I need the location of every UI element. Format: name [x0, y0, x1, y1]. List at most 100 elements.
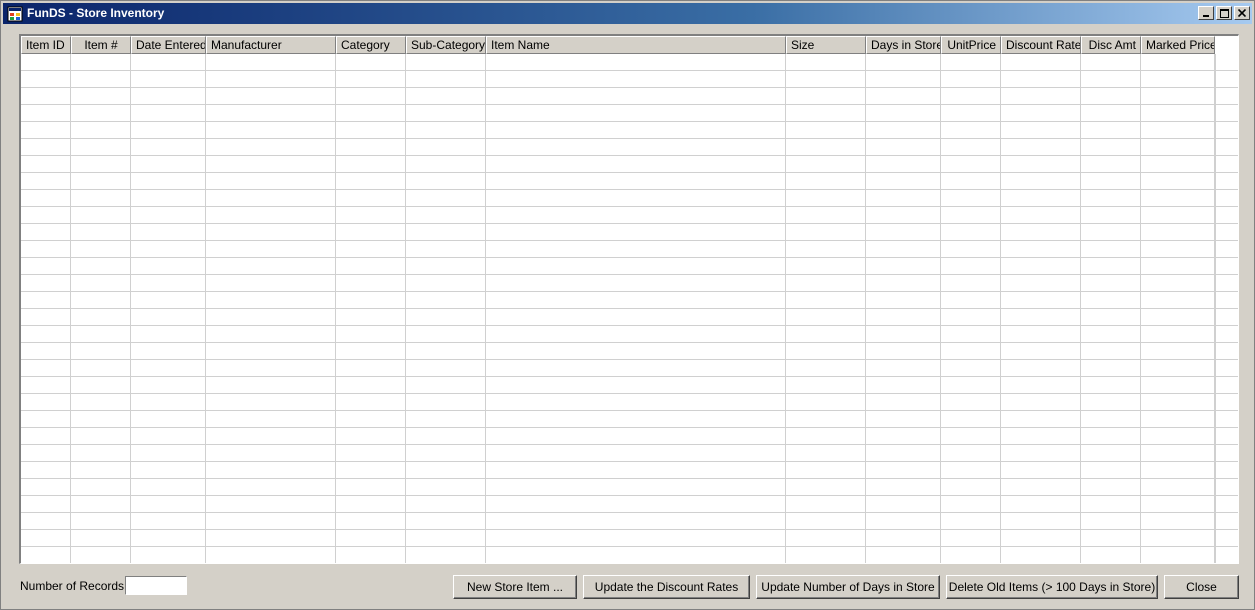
- table-cell[interactable]: [71, 513, 131, 530]
- table-cell[interactable]: [1141, 207, 1215, 224]
- table-cell[interactable]: [21, 224, 71, 241]
- table-cell[interactable]: [1081, 275, 1141, 292]
- table-row[interactable]: [21, 428, 1238, 445]
- table-cell[interactable]: [21, 343, 71, 360]
- table-cell[interactable]: [336, 530, 406, 547]
- table-cell[interactable]: [21, 105, 71, 122]
- table-cell[interactable]: [1081, 343, 1141, 360]
- table-cell[interactable]: [406, 88, 486, 105]
- table-cell[interactable]: [486, 292, 786, 309]
- table-cell[interactable]: [21, 462, 71, 479]
- table-cell[interactable]: [131, 224, 206, 241]
- table-cell[interactable]: [1001, 479, 1081, 496]
- table-cell[interactable]: [206, 190, 336, 207]
- table-cell[interactable]: [21, 377, 71, 394]
- table-cell[interactable]: [131, 445, 206, 462]
- table-cell[interactable]: [1001, 377, 1081, 394]
- table-cell[interactable]: [941, 207, 1001, 224]
- table-cell[interactable]: [21, 139, 71, 156]
- table-cell[interactable]: [486, 479, 786, 496]
- table-cell[interactable]: [941, 258, 1001, 275]
- table-cell[interactable]: [71, 462, 131, 479]
- table-cell[interactable]: [206, 54, 336, 71]
- table-cell[interactable]: [1081, 71, 1141, 88]
- table-cell[interactable]: [131, 326, 206, 343]
- table-cell[interactable]: [21, 513, 71, 530]
- table-cell[interactable]: [336, 479, 406, 496]
- table-cell[interactable]: [406, 377, 486, 394]
- table-cell[interactable]: [406, 445, 486, 462]
- table-cell[interactable]: [1141, 156, 1215, 173]
- table-cell[interactable]: [131, 105, 206, 122]
- table-cell[interactable]: [866, 88, 941, 105]
- table-cell[interactable]: [1001, 241, 1081, 258]
- table-cell[interactable]: [866, 428, 941, 445]
- table-cell[interactable]: [786, 530, 866, 547]
- table-cell[interactable]: [21, 326, 71, 343]
- table-row[interactable]: [21, 360, 1238, 377]
- table-cell[interactable]: [206, 394, 336, 411]
- table-cell[interactable]: [336, 513, 406, 530]
- table-cell[interactable]: [1141, 88, 1215, 105]
- table-cell[interactable]: [941, 156, 1001, 173]
- table-cell[interactable]: [486, 156, 786, 173]
- table-cell[interactable]: [336, 547, 406, 563]
- table-cell[interactable]: [206, 71, 336, 88]
- table-cell[interactable]: [336, 54, 406, 71]
- table-cell[interactable]: [786, 190, 866, 207]
- table-cell[interactable]: [71, 394, 131, 411]
- table-cell[interactable]: [866, 547, 941, 563]
- table-cell[interactable]: [206, 445, 336, 462]
- table-cell[interactable]: [1081, 224, 1141, 241]
- table-cell[interactable]: [486, 190, 786, 207]
- table-cell[interactable]: [71, 445, 131, 462]
- table-cell[interactable]: [131, 292, 206, 309]
- table-cell[interactable]: [1081, 309, 1141, 326]
- table-cell[interactable]: [71, 343, 131, 360]
- table-cell[interactable]: [1081, 258, 1141, 275]
- table-cell[interactable]: [206, 105, 336, 122]
- table-cell[interactable]: [486, 428, 786, 445]
- table-cell[interactable]: [1001, 139, 1081, 156]
- table-cell[interactable]: [71, 71, 131, 88]
- table-cell[interactable]: [866, 139, 941, 156]
- update-discount-rates-button[interactable]: Update the Discount Rates: [583, 575, 750, 599]
- table-cell[interactable]: [336, 190, 406, 207]
- table-cell[interactable]: [941, 513, 1001, 530]
- table-cell[interactable]: [941, 275, 1001, 292]
- table-cell[interactable]: [406, 309, 486, 326]
- table-cell[interactable]: [941, 343, 1001, 360]
- table-cell[interactable]: [1001, 275, 1081, 292]
- table-cell[interactable]: [1141, 394, 1215, 411]
- table-cell[interactable]: [1001, 173, 1081, 190]
- table-cell[interactable]: [486, 173, 786, 190]
- table-cell[interactable]: [206, 428, 336, 445]
- column-header[interactable]: Size: [786, 36, 866, 54]
- table-cell[interactable]: [486, 139, 786, 156]
- table-cell[interactable]: [71, 224, 131, 241]
- table-cell[interactable]: [21, 292, 71, 309]
- table-row[interactable]: [21, 54, 1238, 71]
- table-cell[interactable]: [206, 547, 336, 563]
- table-cell[interactable]: [336, 309, 406, 326]
- table-cell[interactable]: [1081, 156, 1141, 173]
- maximize-button[interactable]: [1216, 6, 1232, 20]
- table-cell[interactable]: [406, 190, 486, 207]
- table-cell[interactable]: [131, 122, 206, 139]
- table-cell[interactable]: [1001, 54, 1081, 71]
- table-cell[interactable]: [336, 139, 406, 156]
- table-cell[interactable]: [131, 479, 206, 496]
- table-cell[interactable]: [1081, 428, 1141, 445]
- table-cell[interactable]: [786, 360, 866, 377]
- table-cell[interactable]: [486, 241, 786, 258]
- table-cell[interactable]: [206, 88, 336, 105]
- table-cell[interactable]: [336, 326, 406, 343]
- table-cell[interactable]: [486, 462, 786, 479]
- table-cell[interactable]: [866, 326, 941, 343]
- table-cell[interactable]: [1141, 258, 1215, 275]
- table-cell[interactable]: [206, 496, 336, 513]
- table-cell[interactable]: [71, 207, 131, 224]
- table-row[interactable]: [21, 190, 1238, 207]
- table-cell[interactable]: [21, 360, 71, 377]
- table-cell[interactable]: [866, 241, 941, 258]
